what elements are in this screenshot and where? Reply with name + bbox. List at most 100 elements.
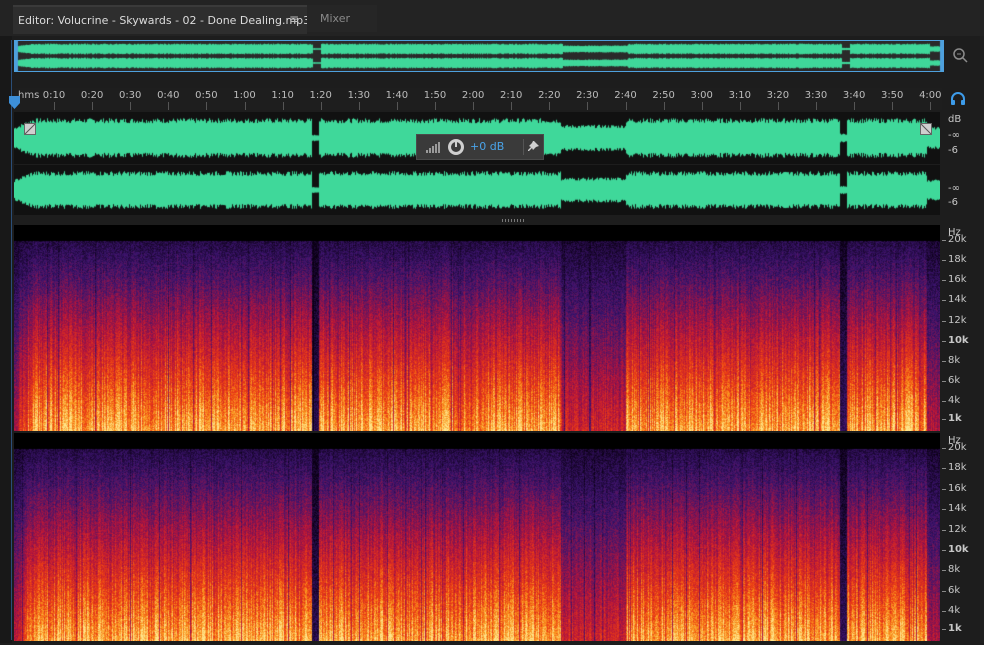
freq-tick-label: 18k	[948, 462, 967, 474]
spectral-channel-right[interactable]	[14, 433, 940, 641]
pin-icon[interactable]	[528, 141, 539, 152]
frequency-scale-left[interactable]: Hz 20k 18k 16k 14k 12k 10k 8k 6k 4k 1k	[942, 225, 980, 431]
time-tick-label: 2:10	[499, 90, 523, 101]
freq-tick	[942, 468, 946, 470]
time-tick-label: 0:50	[195, 90, 218, 101]
level-meter-icon	[426, 142, 440, 153]
time-tick	[739, 102, 741, 110]
time-tick	[92, 102, 94, 110]
amplitude-scale[interactable]: dB -∞ -6 -∞ -6	[942, 112, 980, 216]
time-tick-label: 1:20	[309, 90, 332, 101]
waveform-channel-right[interactable]	[14, 165, 940, 215]
hud-volume-control[interactable]: +0 dB	[416, 134, 544, 160]
time-tick-label: 2:20	[538, 90, 561, 101]
time-tick	[396, 102, 398, 110]
freq-tick	[942, 611, 946, 612]
freq-tick-label: 12k	[948, 314, 967, 326]
time-tick-label: 1:10	[271, 90, 294, 101]
time-tick	[282, 102, 284, 110]
time-tick	[892, 102, 894, 110]
freq-tick	[942, 260, 946, 262]
freq-tick	[942, 340, 946, 342]
freq-tick	[942, 448, 946, 449]
time-tick	[168, 102, 170, 110]
headphones-icon[interactable]	[950, 91, 966, 107]
volume-knob[interactable]	[446, 137, 466, 157]
freq-tick	[942, 629, 946, 630]
time-tick-label: 0:20	[80, 90, 104, 101]
tab-editor-label: Editor: Volucrine - Skywards - 02 - Done…	[18, 14, 311, 27]
time-tick	[54, 102, 55, 110]
time-tick	[587, 102, 589, 110]
time-tick	[320, 102, 322, 110]
freq-tick-label: 8k	[948, 354, 961, 366]
time-tick-label: 1:50	[423, 90, 447, 101]
time-tick-label: 0:30	[118, 90, 142, 101]
spectral-channel-left[interactable]	[14, 225, 940, 431]
tab-mixer[interactable]: Mixer	[307, 5, 377, 32]
tab-editor[interactable]: Editor: Volucrine - Skywards - 02 - Done…	[13, 5, 311, 34]
freq-tick	[942, 419, 946, 420]
time-tick	[701, 102, 703, 110]
freq-tick-label: 20k	[948, 234, 967, 245]
time-tick-label: 1:00	[233, 90, 256, 101]
time-tick	[130, 102, 132, 110]
freq-tick-label: 4k	[948, 395, 961, 406]
freq-tick	[942, 401, 946, 402]
time-tick	[206, 102, 208, 110]
tab-mixer-label: Mixer	[320, 12, 351, 25]
fade-in-handle[interactable]	[24, 123, 36, 135]
tab-bar: Editor: Volucrine - Skywards - 02 - Done…	[0, 0, 984, 36]
gain-value[interactable]: +0 dB	[470, 140, 504, 153]
freq-tick-label: 1k	[948, 413, 962, 424]
frequency-scale-right[interactable]: Hz 20k 18k 16k 14k 12k 10k 8k 6k 4k 1k	[942, 433, 980, 641]
freq-tick	[942, 280, 946, 282]
freq-tick-label: 6k	[948, 584, 961, 596]
time-tick	[854, 102, 856, 110]
panel-splitter[interactable]	[502, 219, 526, 222]
time-tick-label: 3:00	[690, 90, 713, 101]
time-tick	[777, 102, 779, 110]
freq-tick-label: 10k	[948, 334, 969, 346]
freq-tick-label: 1k	[948, 623, 962, 634]
freq-tick-label: 12k	[948, 523, 967, 535]
hamburger-icon[interactable]: ≡	[289, 12, 299, 26]
time-tick	[244, 102, 246, 110]
time-tick-label: 0:10	[42, 90, 66, 101]
freq-tick	[942, 240, 946, 241]
freq-tick	[942, 360, 946, 362]
time-tick	[549, 102, 551, 110]
amp-bottom-a: -∞	[948, 183, 960, 194]
time-tick-label: 2:40	[614, 90, 637, 101]
time-tick	[663, 102, 665, 110]
freq-tick	[942, 320, 946, 322]
time-ruler[interactable]: hms 0:10 0:20 0:30 0:40 0:50 1:00 1:10 1:20 1:30…	[14, 88, 942, 110]
time-unit-label: hms	[18, 90, 40, 101]
freq-tick	[942, 529, 946, 531]
time-tick-label: 2:50	[652, 90, 675, 101]
freq-tick	[942, 488, 946, 490]
overview-waveform[interactable]	[14, 40, 944, 72]
fade-out-handle[interactable]	[920, 123, 932, 135]
time-tick-label: 4:00	[919, 90, 942, 101]
freq-tick-label: 4k	[948, 605, 961, 616]
freq-tick	[942, 549, 946, 551]
left-panel-edge	[0, 36, 12, 643]
freq-tick-label: 10k	[948, 543, 969, 555]
time-tick-label: 3:30	[804, 90, 828, 101]
time-tick	[816, 102, 817, 110]
spectrogram-left-canvas	[14, 225, 940, 431]
zoom-icon[interactable]	[950, 45, 970, 65]
amp-top-a: -∞	[948, 130, 960, 141]
time-tick-label: 3:20	[766, 90, 790, 101]
amp-unit-label: dB	[948, 114, 962, 125]
freq-tick	[942, 509, 946, 511]
playhead-marker[interactable]	[9, 96, 20, 110]
time-tick-label: 3:10	[728, 90, 752, 101]
freq-tick	[942, 570, 946, 572]
freq-tick-label: 16k	[948, 482, 967, 494]
time-tick	[625, 102, 627, 110]
amp-bottom-b: -6	[948, 197, 958, 208]
freq-tick-label: 14k	[948, 294, 967, 306]
spectrogram-right-canvas	[14, 433, 940, 641]
